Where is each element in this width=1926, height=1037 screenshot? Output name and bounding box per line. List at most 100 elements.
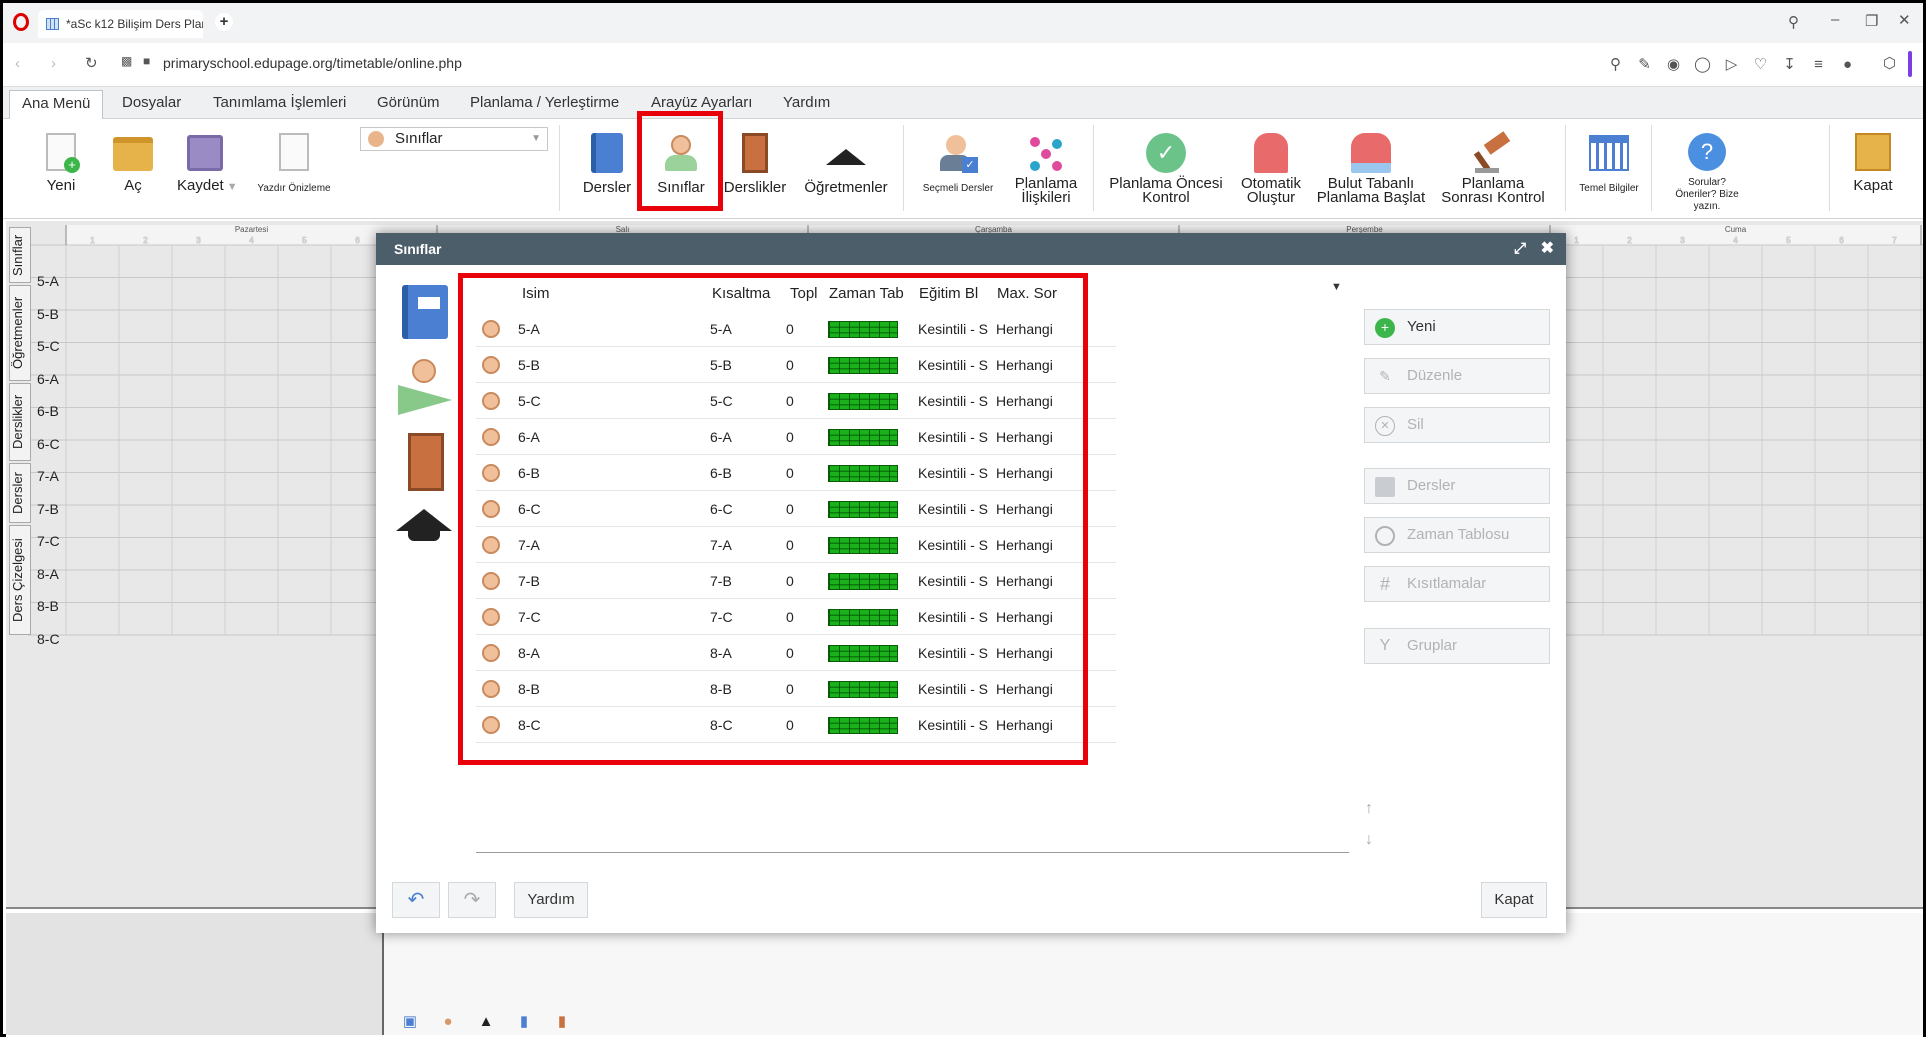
teachers-button[interactable]: Öğretmenler <box>801 133 891 195</box>
timetable-button[interactable]: Zaman Tablosu <box>1364 517 1550 553</box>
timetable-row-label[interactable]: 8-C <box>34 623 67 655</box>
maximize-icon[interactable]: ⤢ <box>1514 233 1526 265</box>
profile-icon[interactable]: ● <box>1833 56 1862 73</box>
questions-button[interactable]: ? Sorular? Öneriler? Bize yazın. <box>1657 133 1757 213</box>
subjects-list-button[interactable]: Dersler <box>1364 468 1550 504</box>
forward-icon[interactable]: › <box>51 55 56 72</box>
book-icon[interactable] <box>402 285 448 339</box>
classrooms-button[interactable]: Derslikler <box>723 133 787 195</box>
dialog-header: Sınıflar ⤢ ✖ <box>376 233 1566 265</box>
new-button[interactable]: + Yeni <box>1364 309 1550 345</box>
graduation-cap-icon <box>826 149 866 165</box>
side-tab-dersler[interactable]: Dersler <box>9 463 31 523</box>
class-icon[interactable]: ● <box>429 1013 467 1030</box>
timetable-row-label[interactable]: 7-B <box>34 493 67 525</box>
graduation-cap-base <box>408 529 440 541</box>
zoom-icon[interactable]: ⚲ <box>1601 55 1630 73</box>
column-menu-icon[interactable]: ▼ <box>1331 281 1342 293</box>
undo-button[interactable]: ↶ <box>392 882 440 918</box>
camera-icon[interactable]: ◉ <box>1659 55 1688 73</box>
subjects-button[interactable]: Dersler <box>577 133 637 195</box>
graduation-cap-icon[interactable]: ▲ <box>467 1013 505 1030</box>
open-button[interactable]: Aç <box>111 133 155 193</box>
class-transfer-icon[interactable] <box>396 357 454 415</box>
reload-icon[interactable]: ↻ <box>85 54 98 72</box>
timetable-row-label[interactable]: 8-A <box>34 558 67 590</box>
opera-logo-icon[interactable] <box>13 13 29 31</box>
side-tab-siniflar[interactable]: Sınıflar <box>9 227 31 283</box>
print-preview-icon <box>279 133 309 171</box>
auto-generate-button[interactable]: Otomatik Oluştur <box>1233 133 1309 205</box>
search-tabs-icon[interactable]: ⚲ <box>1788 13 1799 31</box>
constraints-button[interactable]: # Kısıtlamalar <box>1364 566 1550 602</box>
menu-gorunum[interactable]: Görünüm <box>377 94 440 111</box>
close-icon[interactable]: ✖ <box>1541 233 1554 265</box>
timetable-row-label[interactable]: 5-B <box>34 298 67 330</box>
side-tab-ogretmenler[interactable]: Öğretmenler <box>9 285 31 381</box>
menu-ana-menu[interactable]: Ana Menü <box>9 90 104 119</box>
new-tab-icon[interactable]: + <box>215 13 233 31</box>
side-tab-derslikler[interactable]: Derslikler <box>9 383 31 461</box>
ribbon-toolbar: + Yeni Aç Kaydet ▼ Yazdır Önizleme Sınıf… <box>3 111 1923 219</box>
menu-lines-icon[interactable]: ≡ <box>1804 56 1833 73</box>
menu-planlama[interactable]: Planlama / Yerleştirme <box>470 94 619 111</box>
extensions-icon[interactable]: ⬡ <box>1883 54 1896 72</box>
post-planning-check-button[interactable]: Planlama Sonrası Kontrol <box>1435 131 1551 205</box>
edit-icon[interactable]: ✎ <box>1630 55 1659 73</box>
new-file-button[interactable]: + Yeni <box>41 133 81 193</box>
save-button[interactable]: Kaydet ▼ <box>177 133 243 194</box>
play-icon[interactable]: ▷ <box>1717 55 1746 73</box>
heart-icon[interactable]: ♡ <box>1746 55 1775 73</box>
pre-planning-check-button[interactable]: ✓ Planlama Öncesi Kontrol <box>1103 133 1229 205</box>
door-icon[interactable] <box>408 433 444 491</box>
timetable-row-label[interactable]: 7-C <box>34 525 67 557</box>
shield-icon[interactable]: ◯ <box>1688 55 1717 73</box>
menu-dosyalar[interactable]: Dosyalar <box>122 94 181 111</box>
help-button[interactable]: Yardım <box>514 882 588 918</box>
browser-tab-bar: *aSc k12 Bilişim Ders Plan + ⚲ – ❐ ✕ <box>3 3 1923 43</box>
address-bar: ‹ › ↻ ▩ ■ primaryschool.edupage.org/time… <box>3 43 1923 87</box>
timetable-row-label[interactable]: 6-C <box>34 428 67 460</box>
close-button[interactable]: Kapat <box>1481 882 1547 918</box>
institution-icon[interactable]: ▣ <box>391 1012 429 1030</box>
network-icon <box>1026 133 1066 173</box>
timetable-row-label[interactable]: 7-A <box>34 460 67 492</box>
close-app-button[interactable]: Kapat <box>1843 133 1903 193</box>
download-icon[interactable]: ↧ <box>1775 55 1804 73</box>
door-icon <box>742 133 768 173</box>
view-select[interactable]: Sınıflar ▼ <box>360 127 548 151</box>
minimize-icon[interactable]: – <box>1831 11 1839 28</box>
close-window-icon[interactable]: ✕ <box>1898 11 1911 29</box>
period-number: 2 <box>1627 236 1632 245</box>
menu-yardim[interactable]: Yardım <box>783 94 830 111</box>
move-down-icon[interactable]: ↓ <box>1365 831 1373 849</box>
menu-arayuz[interactable]: Arayüz Ayarları <box>651 94 752 111</box>
elective-subjects-button[interactable]: ✓ Seçmeli Dersler <box>915 133 1001 195</box>
planning-relations-button[interactable]: Planlama İlişkileri <box>1007 133 1085 205</box>
timetable-row-label[interactable]: 8-B <box>34 590 67 622</box>
delete-button[interactable]: ✕ Sil <box>1364 407 1550 443</box>
move-up-icon[interactable]: ↑ <box>1365 800 1373 818</box>
timetable-row-label[interactable]: 5-C <box>34 330 67 362</box>
back-icon[interactable]: ‹ <box>15 55 20 72</box>
clipboard-icon: ▩ <box>121 54 133 68</box>
basic-info-button[interactable]: Temel Bilgiler <box>1571 133 1647 195</box>
teacher-check-icon: ✓ <box>938 133 978 173</box>
groups-button[interactable]: Y Gruplar <box>1364 628 1550 664</box>
graduation-cap-icon[interactable] <box>396 509 452 531</box>
restore-icon[interactable]: ❐ <box>1865 12 1878 30</box>
menu-tanimlama[interactable]: Tanımlama İşlemleri <box>213 94 346 111</box>
door-icon[interactable]: ▮ <box>543 1012 581 1030</box>
edit-button[interactable]: ✎ Düzenle <box>1364 358 1550 394</box>
timetable-row-label[interactable]: 6-B <box>34 395 67 427</box>
url-text[interactable]: primaryschool.edupage.org/timetable/onli… <box>163 55 462 71</box>
redo-button[interactable]: ↷ <box>448 882 496 918</box>
book-icon[interactable]: ▮ <box>505 1012 543 1030</box>
side-tab-ders-cizelgesi[interactable]: Ders Çizelgesi <box>9 525 31 635</box>
cloud-planning-button[interactable]: Bulut Tabanlı Planlama Başlat <box>1313 133 1429 205</box>
print-preview-button[interactable]: Yazdır Önizleme <box>251 133 337 195</box>
timetable-row-label[interactable]: 5-A <box>34 265 67 297</box>
timetable-row-label[interactable]: 6-A <box>34 363 67 395</box>
period-number: 1 <box>90 236 95 245</box>
browser-tab[interactable]: *aSc k12 Bilişim Ders Plan <box>38 10 203 38</box>
